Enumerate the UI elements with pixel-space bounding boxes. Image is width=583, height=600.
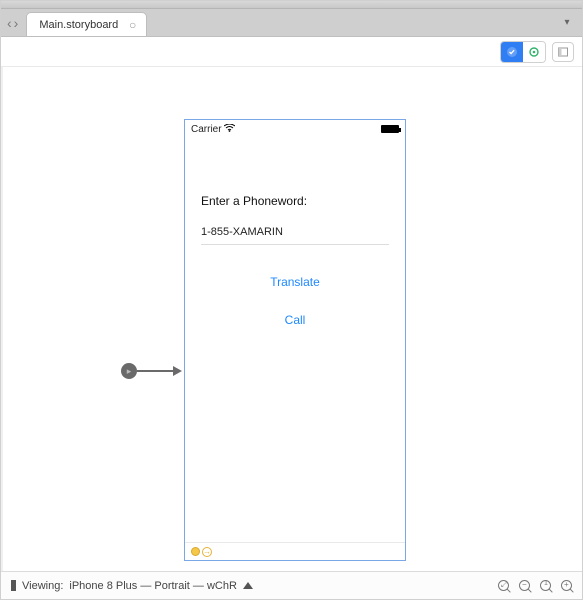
document-tabbar: ‹ › Main.storyboard ○ ▾	[1, 9, 582, 37]
panel-icon	[557, 46, 569, 58]
call-button[interactable]: Call	[201, 313, 389, 327]
toggle-panel-button[interactable]	[552, 42, 574, 62]
viewing-text: iPhone 8 Plus — Portrait — wChR	[69, 580, 237, 592]
nav-forward-button[interactable]: ›	[14, 15, 19, 31]
nav-back-button[interactable]: ‹	[7, 15, 12, 31]
first-responder-icon[interactable]	[191, 547, 200, 556]
entry-knob: ▸	[121, 363, 137, 379]
magnifier-plus-icon: +	[561, 580, 572, 591]
phoneword-label: Enter a Phoneword:	[201, 194, 389, 208]
view-mode-segment	[500, 41, 546, 63]
zoom-fit-button[interactable]: ⤢	[498, 578, 509, 594]
exit-icon[interactable]: →	[202, 547, 212, 557]
entry-line	[137, 370, 173, 372]
view-controller-scene[interactable]: Carrier Enter a Phoneword: Translate Cal…	[184, 119, 406, 561]
wifi-icon	[224, 124, 235, 132]
device-bar-icon	[11, 580, 16, 591]
arrowhead-icon	[173, 366, 182, 376]
designer-statusbar: Viewing: iPhone 8 Plus — Portrait — wChR…	[1, 571, 582, 599]
view-mode-constraints-button[interactable]	[523, 42, 545, 62]
carrier-text: Carrier	[191, 124, 222, 135]
zoom-actual-button[interactable]: 1	[540, 578, 551, 594]
magnifier-icon: ⤢	[498, 580, 509, 591]
view-mode-design-button[interactable]	[501, 42, 523, 62]
view-controller-view: Enter a Phoneword: Translate Call	[185, 138, 405, 542]
target-icon	[528, 46, 540, 58]
simulated-status-bar: Carrier	[185, 120, 405, 138]
play-icon: ▸	[127, 366, 132, 377]
tabbar-dropdown-button[interactable]: ▾	[558, 13, 576, 31]
scene-dock: →	[185, 542, 405, 560]
trait-picker-icon[interactable]	[243, 582, 253, 589]
storyboard-canvas[interactable]: ▸ Carrier Enter a Phoneword: Translate C…	[1, 67, 582, 571]
carrier-label: Carrier	[191, 124, 235, 135]
battery-icon	[381, 125, 399, 133]
magnifier-minus-icon: −	[519, 580, 530, 591]
window-titlebar	[1, 1, 582, 9]
viewing-info[interactable]: Viewing: iPhone 8 Plus — Portrait — wChR	[11, 580, 253, 592]
nav-arrows: ‹ ›	[7, 9, 18, 36]
phoneword-textfield[interactable]	[201, 222, 389, 245]
zoom-controls: ⤢ − 1 +	[498, 578, 572, 594]
magnifier-one-icon: 1	[540, 580, 551, 591]
check-circle-icon	[506, 46, 518, 58]
translate-button[interactable]: Translate	[201, 275, 389, 289]
tab-main-storyboard[interactable]: Main.storyboard ○	[26, 12, 147, 36]
editor-window: ‹ › Main.storyboard ○ ▾ ▸	[0, 0, 583, 600]
tab-title: Main.storyboard	[39, 19, 118, 31]
designer-toolbar	[1, 37, 582, 67]
tab-close-button[interactable]: ○	[129, 18, 136, 32]
viewing-prefix: Viewing:	[22, 580, 63, 592]
zoom-out-button[interactable]: −	[519, 578, 530, 594]
zoom-in-button[interactable]: +	[561, 578, 572, 594]
initial-view-controller-arrow[interactable]: ▸	[121, 363, 182, 379]
